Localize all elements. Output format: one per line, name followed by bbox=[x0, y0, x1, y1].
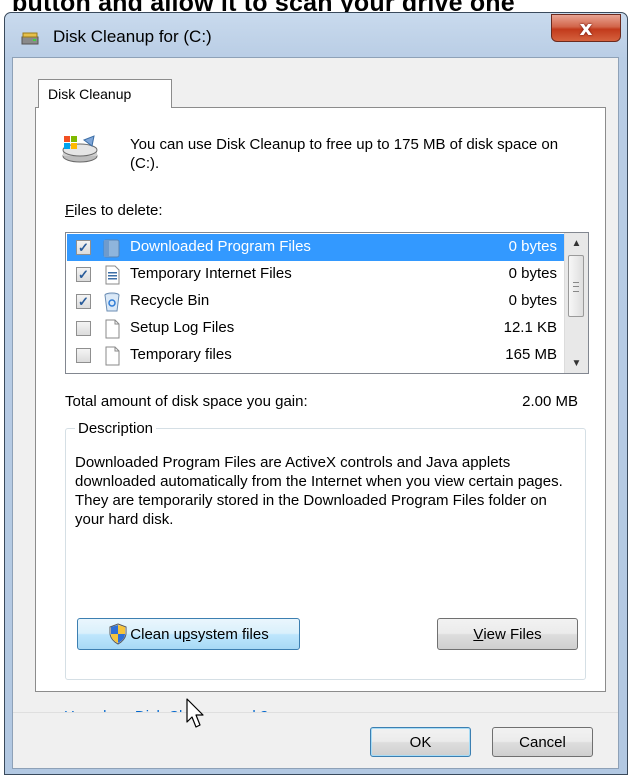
cancel-button[interactable]: Cancel bbox=[492, 727, 593, 757]
close-icon: x bbox=[579, 16, 593, 40]
view-label-mnemonic: V bbox=[473, 625, 484, 643]
disk-cleanup-panel: You can use Disk Cleanup to free up to 1… bbox=[35, 107, 606, 692]
scrollbar-thumb[interactable] bbox=[568, 255, 584, 317]
checkbox-setup-log-files[interactable] bbox=[76, 321, 91, 336]
files-label-rest: iles to delete: bbox=[74, 202, 163, 219]
description-group: Description Downloaded Program Files are… bbox=[65, 420, 586, 680]
scroll-up-arrow-icon[interactable]: ▲ bbox=[565, 233, 588, 253]
checkbox-downloaded-program-files[interactable]: ✓ bbox=[76, 240, 91, 255]
checkbox-temporary-internet-files[interactable]: ✓ bbox=[76, 267, 91, 282]
checkbox-recycle-bin[interactable]: ✓ bbox=[76, 294, 91, 309]
file-size: 0 bytes bbox=[508, 238, 557, 255]
list-item-recycle-bin[interactable]: ✓ Recycle Bin 0 bytes bbox=[67, 288, 565, 315]
list-item-setup-log-files[interactable]: Setup Log Files 12.1 KB bbox=[67, 315, 565, 342]
cleanup-label-a: Clean u bbox=[130, 625, 182, 643]
dialog-footer: OK Cancel bbox=[13, 712, 618, 768]
list-item-temporary-internet-files[interactable]: ✓ Temporary Internet Files 0 bytes bbox=[67, 261, 565, 288]
files-to-delete-label: Files to delete: bbox=[65, 202, 163, 219]
list-item-temporary-files[interactable]: Temporary files 165 MB bbox=[67, 342, 565, 369]
ok-button[interactable]: OK bbox=[370, 727, 471, 757]
total-space-label: Total amount of disk space you gain: bbox=[65, 393, 308, 410]
total-space-value: 2.00 MB bbox=[522, 393, 578, 410]
cancel-label: Cancel bbox=[519, 733, 566, 751]
disk-cleanup-icon bbox=[62, 135, 98, 163]
checkbox-temporary-files[interactable] bbox=[76, 348, 91, 363]
close-button[interactable]: x bbox=[551, 14, 621, 42]
file-size: 0 bytes bbox=[508, 292, 557, 309]
dialog-client-area: Disk Cleanup You can use Disk Cleanup to… bbox=[12, 57, 619, 769]
grip-icon bbox=[573, 282, 579, 292]
ok-label: OK bbox=[409, 733, 432, 751]
cleanup-label-mnemonic: p bbox=[182, 625, 191, 643]
cleanup-label-c: system files bbox=[190, 625, 269, 643]
intro-text: You can use Disk Cleanup to free up to 1… bbox=[130, 136, 559, 172]
file-name: Recycle Bin bbox=[130, 292, 210, 309]
blank-file-icon bbox=[105, 346, 120, 366]
file-name: Setup Log Files bbox=[130, 319, 235, 336]
file-size: 0 bytes bbox=[508, 265, 557, 282]
mouse-pointer-icon bbox=[186, 698, 204, 728]
clean-up-system-files-button[interactable]: Clean up system files bbox=[77, 618, 300, 650]
title-bar[interactable]: Disk Cleanup for (C:) x bbox=[5, 13, 627, 57]
view-files-button[interactable]: View Files bbox=[437, 618, 578, 650]
files-list-scrollbar[interactable]: ▲ ▼ bbox=[564, 233, 588, 373]
blank-file-icon bbox=[105, 319, 120, 339]
scroll-down-arrow-icon[interactable]: ▼ bbox=[565, 353, 588, 373]
disk-cleanup-window: Disk Cleanup for (C:) x Disk Cleanup You… bbox=[4, 12, 628, 775]
file-name: Downloaded Program Files bbox=[130, 238, 311, 255]
view-label-rest: iew Files bbox=[483, 625, 542, 643]
description-text: Downloaded Program Files are ActiveX con… bbox=[75, 454, 563, 528]
file-name: Temporary Internet Files bbox=[130, 265, 292, 282]
description-legend: Description bbox=[75, 420, 157, 437]
file-name: Temporary files bbox=[130, 346, 232, 363]
recycle-bin-icon bbox=[104, 292, 120, 312]
disk-cleanup-app-icon bbox=[21, 32, 39, 45]
uac-shield-icon bbox=[109, 623, 127, 645]
files-to-delete-list[interactable]: ✓ Downloaded Program Files 0 bytes ✓ Tem… bbox=[65, 232, 589, 374]
folder-icon bbox=[103, 239, 120, 258]
list-item-downloaded-program-files[interactable]: ✓ Downloaded Program Files 0 bytes bbox=[67, 234, 565, 261]
file-size: 12.1 KB bbox=[503, 319, 557, 336]
files-label-mnemonic: F bbox=[65, 202, 75, 219]
tab-disk-cleanup[interactable]: Disk Cleanup bbox=[38, 79, 172, 108]
document-icon bbox=[105, 265, 120, 285]
file-size: 165 MB bbox=[505, 346, 557, 363]
window-title: Disk Cleanup for (C:) bbox=[53, 27, 212, 46]
